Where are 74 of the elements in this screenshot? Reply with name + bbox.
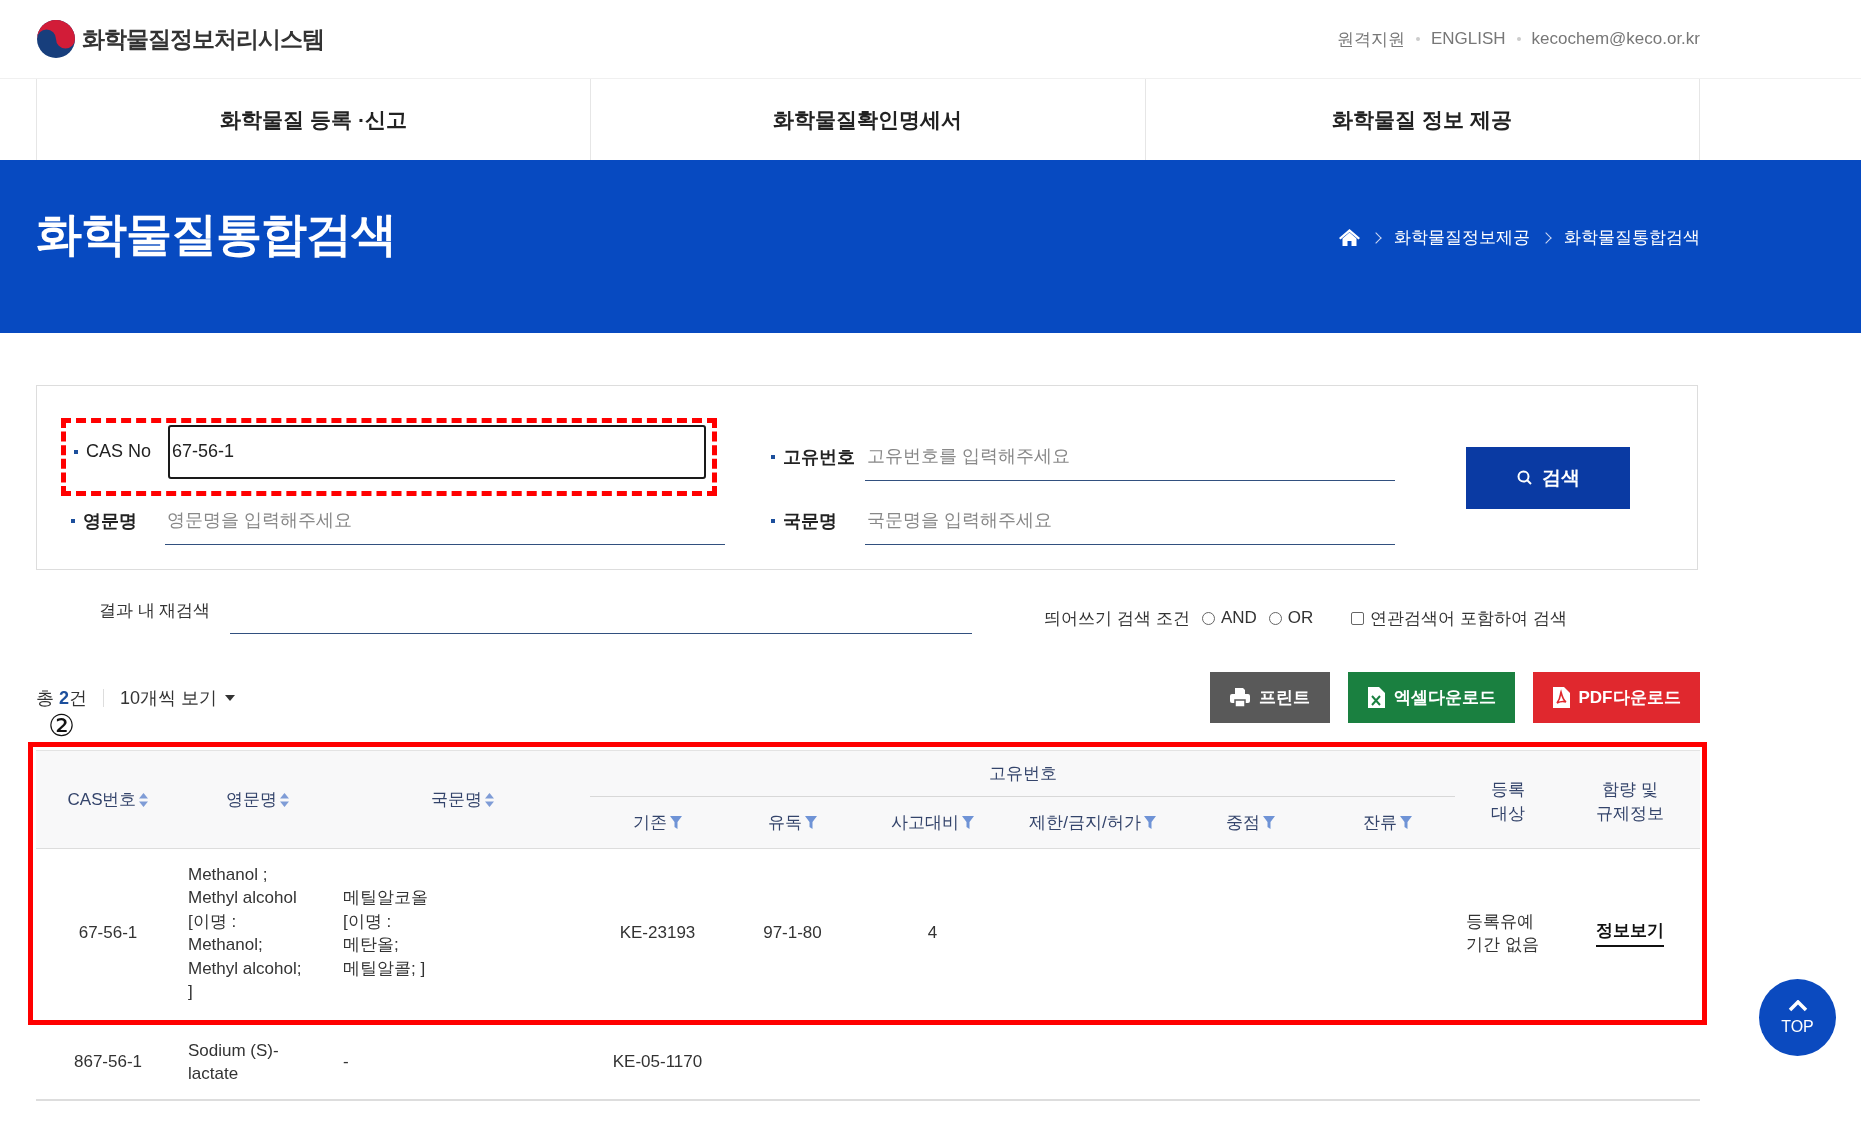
checkbox-label[interactable]: 연관검색어 포함하여 검색	[1370, 606, 1567, 630]
sort-icon	[139, 792, 149, 807]
caret-icon	[225, 694, 236, 701]
scroll-top-button[interactable]: TOP	[1759, 979, 1836, 1056]
breadcrumb-link[interactable]: 화학물질정보제공	[1394, 226, 1530, 249]
filter-icon	[1262, 816, 1275, 829]
home-icon[interactable]	[1339, 229, 1360, 246]
table-cell-text: 867-56-1	[73, 1051, 143, 1074]
field-label: 국문명	[783, 509, 837, 533]
filter-icon	[805, 816, 817, 829]
field-label: CAS No	[86, 441, 152, 462]
table-cell-text: Sodium (S)- lactate	[188, 1039, 279, 1085]
table-cell-text: 4	[927, 922, 938, 945]
header-link[interactable]: 원격지원	[1336, 27, 1405, 51]
emblem-icon[interactable]	[36, 19, 76, 59]
column-header[interactable]: 영문명	[226, 788, 289, 811]
bullet-icon	[771, 518, 775, 523]
page-title: 화학물질통합검색	[36, 207, 396, 262]
filter-icon	[1400, 816, 1412, 829]
search-icon	[1516, 470, 1532, 485]
radio-label[interactable]: AND	[1220, 608, 1257, 628]
header-link[interactable]: kecochem@keco.or.kr	[1531, 29, 1700, 49]
filter-icon	[1143, 816, 1156, 829]
download-button[interactable]: PDF다운로드	[1533, 672, 1700, 723]
info-link[interactable]: 정보보기	[1596, 918, 1664, 948]
spreadsheet-file-icon	[1367, 687, 1385, 708]
column-header: 등록 대상	[1489, 778, 1526, 825]
column-header[interactable]: 제한/금지/허가	[1029, 811, 1156, 834]
sort-icon	[280, 792, 289, 807]
sort-icon	[485, 792, 494, 807]
column-group-header: 고유번호	[988, 763, 1057, 785]
download-button[interactable]: 엑셀다운로드	[1348, 672, 1515, 723]
page-size-dropdown[interactable]: 10개씩 보기	[120, 685, 236, 710]
table-cell-text: Methanol ; Methyl alcohol [이명 : Methanol; Methyl alcohol; ]	[188, 863, 302, 1003]
result-count: 총 2건	[36, 686, 88, 710]
chevron-up-icon	[1787, 999, 1808, 1012]
table-cell-text: KE-23193	[619, 922, 696, 945]
header-link[interactable]: ENGLISH	[1430, 29, 1506, 49]
column-header[interactable]: 기존	[633, 811, 682, 834]
table-cell-text: 등록유예 기간 없음	[1466, 910, 1539, 956]
filter-icon	[962, 816, 974, 829]
bullet-icon	[771, 454, 775, 459]
radio-label[interactable]: OR	[1287, 608, 1314, 628]
table-cell-text: -	[343, 1051, 349, 1074]
column-header[interactable]: 유독	[768, 811, 817, 834]
table-cell-text: 메틸알코올 [이명 : 메탄올; 메틸알콜; ]	[343, 887, 428, 980]
input-field[interactable]: 67-56-1	[168, 424, 706, 479]
column-header[interactable]: 중점	[1225, 811, 1275, 834]
site-title[interactable]: 화학물질정보처리시스템	[82, 23, 324, 55]
column-header[interactable]: CAS번호	[67, 788, 149, 811]
bullet-icon	[74, 449, 78, 454]
field-label: 고유번호	[783, 445, 855, 469]
field-label: 영문명	[83, 509, 137, 533]
input-field[interactable]: 국문명을 입력해주세요	[865, 496, 1395, 545]
field-label: 결과 내 재검색	[99, 600, 211, 622]
print-button[interactable]: 프린트	[1210, 672, 1330, 723]
printer-icon	[1230, 688, 1250, 707]
input-field[interactable]: 고유번호를 입력해주세요	[865, 432, 1395, 481]
column-header[interactable]: 사고대비	[891, 811, 974, 834]
pdf-file-icon	[1552, 687, 1570, 708]
column-header: 함량 및 규제정보	[1595, 778, 1665, 825]
search-button[interactable]: 검색	[1466, 446, 1630, 509]
table-cell-text: 67-56-1	[78, 922, 138, 945]
bullet-icon	[71, 518, 75, 523]
column-header[interactable]: 잔류	[1363, 811, 1412, 834]
column-header[interactable]: 국문명	[431, 788, 494, 811]
breadcrumb-link[interactable]: 화학물질통합검색	[1564, 226, 1700, 249]
annotation-number: ②	[48, 711, 75, 741]
checkbox[interactable]	[1351, 611, 1365, 625]
input-field[interactable]: 영문명을 입력해주세요	[165, 496, 725, 545]
table-cell-text: KE-05-1170	[612, 1051, 703, 1074]
filter-icon	[670, 816, 682, 829]
table-cell-text: 97-1-80	[763, 922, 822, 945]
option-label: 띄어쓰기 검색 조건	[1044, 607, 1190, 630]
